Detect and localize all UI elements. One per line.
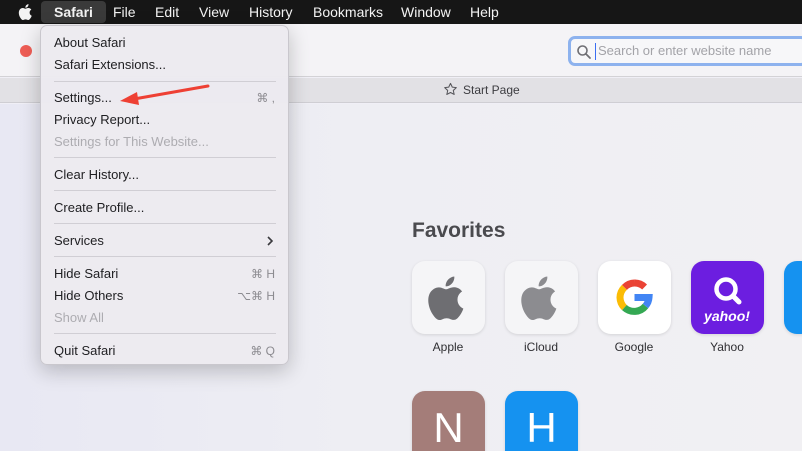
menu-file[interactable]: File xyxy=(113,0,136,24)
menu-item-create-profile[interactable]: Create Profile... xyxy=(54,200,144,215)
favorite-apple-label: Apple xyxy=(432,340,464,354)
menu-item-hide-others[interactable]: Hide Others xyxy=(54,288,123,303)
favorite-yahoo[interactable]: yahoo! xyxy=(691,261,764,334)
quit-shortcut: ⌘ Q xyxy=(250,344,275,358)
svg-text:yahoo!: yahoo! xyxy=(703,308,750,324)
tab-title: Start Page xyxy=(463,83,520,97)
favorite-n[interactable]: N xyxy=(412,391,485,451)
menu-item-show-all: Show All xyxy=(54,310,104,325)
favorite-h[interactable]: H xyxy=(505,391,578,451)
menu-separator xyxy=(54,157,276,158)
menu-item-about-safari[interactable]: About Safari xyxy=(54,35,126,50)
safari-dropdown-menu: About Safari Safari Extensions... Settin… xyxy=(40,25,289,365)
favorite-google-label: Google xyxy=(614,340,654,354)
menu-safari[interactable]: Safari xyxy=(41,1,106,23)
apple-icon xyxy=(521,276,557,321)
chevron-right-icon xyxy=(267,236,274,246)
star-icon xyxy=(444,82,457,95)
menu-item-settings[interactable]: Settings... xyxy=(54,90,112,105)
menu-separator xyxy=(54,190,276,191)
favorite-apple[interactable] xyxy=(412,261,485,334)
menu-item-quit-safari[interactable]: Quit Safari xyxy=(54,343,115,358)
menu-window[interactable]: Window xyxy=(401,0,451,24)
favorite-partial[interactable] xyxy=(784,261,802,334)
menu-item-hide-safari[interactable]: Hide Safari xyxy=(54,266,118,281)
menu-view[interactable]: View xyxy=(199,0,229,24)
menu-item-clear-history[interactable]: Clear History... xyxy=(54,167,139,182)
menu-item-privacy-report[interactable]: Privacy Report... xyxy=(54,112,150,127)
yahoo-icon: yahoo! xyxy=(703,277,750,324)
address-bar[interactable]: Search or enter website name xyxy=(568,36,802,66)
address-placeholder: Search or enter website name xyxy=(598,43,772,58)
menu-bar: Safari File Edit View History Bookmarks … xyxy=(0,0,802,24)
apple-icon xyxy=(428,276,464,321)
menu-help[interactable]: Help xyxy=(470,0,499,24)
search-icon xyxy=(577,45,591,59)
menu-edit[interactable]: Edit xyxy=(155,0,179,24)
google-icon xyxy=(616,279,653,315)
menu-history[interactable]: History xyxy=(249,0,293,24)
menu-separator xyxy=(54,223,276,224)
favorite-yahoo-label: Yahoo xyxy=(710,340,744,354)
menu-separator xyxy=(54,256,276,257)
settings-shortcut: ⌘ , xyxy=(256,91,275,105)
hide-others-shortcut: ⌥⌘ H xyxy=(237,289,275,303)
menu-item-settings-for-website: Settings for This Website... xyxy=(54,134,209,149)
favorites-heading: Favorites xyxy=(412,219,506,242)
menu-item-safari-extensions[interactable]: Safari Extensions... xyxy=(54,57,166,72)
hide-safari-shortcut: ⌘ H xyxy=(251,267,275,281)
apple-menu-icon[interactable] xyxy=(17,2,35,22)
annotation-arrow-icon xyxy=(120,84,210,105)
close-window-button[interactable] xyxy=(20,45,32,57)
menu-separator xyxy=(54,333,276,334)
menu-item-services[interactable]: Services xyxy=(54,233,104,248)
text-caret xyxy=(595,43,596,60)
favorite-icloud[interactable] xyxy=(505,261,578,334)
favorite-google[interactable] xyxy=(598,261,671,334)
menu-bookmarks[interactable]: Bookmarks xyxy=(313,0,383,24)
favorite-icloud-label: iCloud xyxy=(523,340,559,354)
